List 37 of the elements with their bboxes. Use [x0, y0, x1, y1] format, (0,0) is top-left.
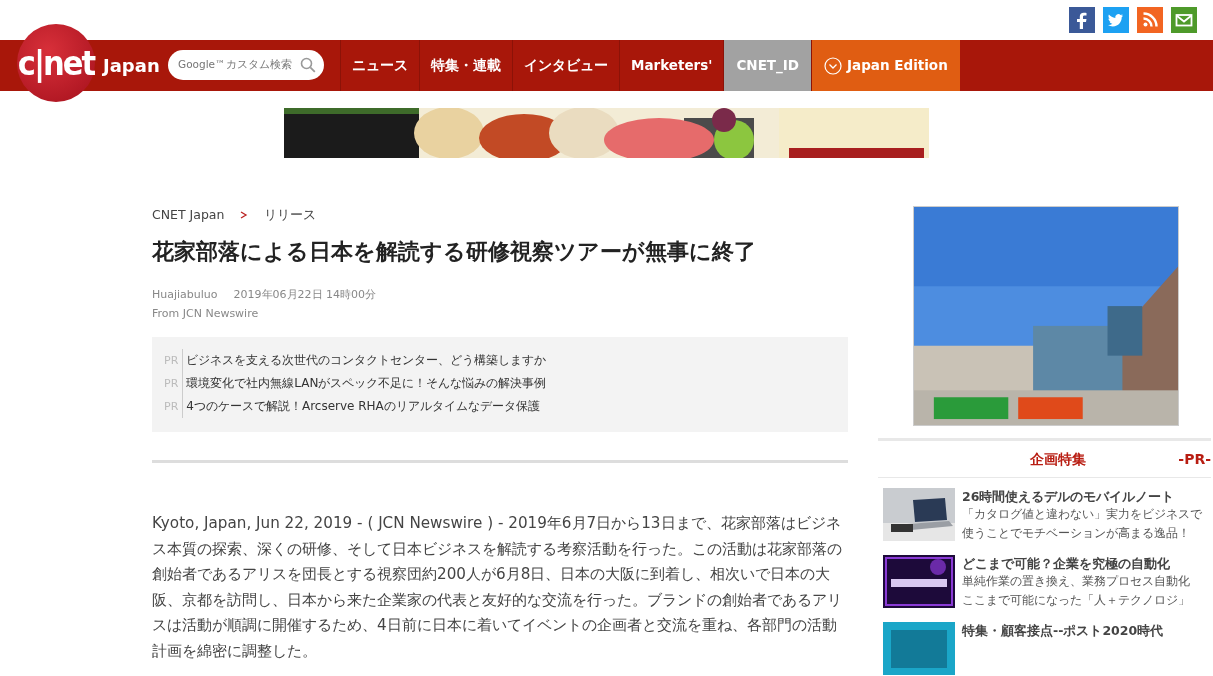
edition-label: Japan	[103, 54, 160, 78]
section-heading: 企画特集	[1029, 449, 1088, 469]
feature-link[interactable]: どこまで可能？企業を究極の自動化	[962, 555, 1190, 572]
pr-link[interactable]: 4つのケースで解説！Arcserve RHAのリアルタイムなデータ保護	[186, 395, 540, 419]
edition-menu[interactable]: Japan Edition	[811, 40, 960, 91]
source: From JCN Newswire	[152, 306, 260, 323]
feature-description: ここまで可能になった「人＋テクノロジ」	[962, 592, 1190, 609]
article-title: 花家部落による日本を解読する研修視察ツアーが無事に終了	[152, 238, 757, 266]
pr-link[interactable]: 環境変化で社内無線LANがスペック不足に！そんな悩みの解決事例	[186, 372, 547, 396]
feature-link[interactable]: 特集・顧客接点--ポスト2020時代	[962, 622, 1164, 639]
rss-icon[interactable]	[1137, 7, 1163, 33]
mail-icon[interactable]	[1171, 7, 1197, 33]
search-input[interactable]: Google™カスタム検索	[176, 56, 294, 74]
logo[interactable]: c|net	[17, 24, 95, 102]
feature-description: 「カタログ値と違わない」実力をビジネスで	[962, 506, 1202, 523]
facebook-icon[interactable]	[1069, 7, 1095, 33]
search-icon	[300, 57, 316, 73]
search-field[interactable]: Google™カスタム検索	[168, 50, 324, 80]
pr-tag: PR	[164, 349, 184, 373]
author: Huajiabuluo	[152, 287, 218, 304]
pr-tag: PR	[164, 395, 184, 419]
chevron-icon	[240, 211, 249, 220]
pr-tag: PR	[164, 372, 184, 396]
breadcrumb-link[interactable]: リリース	[264, 206, 317, 225]
pr-link[interactable]: ビジネスを支える次世代のコンタクトセンター、どう構築しますか	[186, 349, 547, 373]
chevron-down-icon	[824, 56, 843, 75]
nav-link[interactable]: 特集・連載	[419, 40, 512, 91]
feature-description: 使うことでモチベーションが高まる逸品！	[962, 525, 1191, 542]
nav-link[interactable]: インタビュー	[512, 40, 619, 91]
feature-description: 単純作業の置き換え、業務プロセス自動化	[962, 573, 1190, 590]
pr-label: -PR-	[1178, 449, 1211, 469]
feature-link[interactable]: 26時間使えるデルのモバイルノート	[962, 488, 1202, 505]
article-body: Kyoto, Japan, Jun 22, 2019 - ( JCN Newswire ) - 2019年6月7日から13日まで、花家部落はビジネス本質の探索、深くの研修、そして日本ビジネスを解読する考察活動を行った。この活動は花家部落の創始者であるアリスを団長とする視察団約200人が6月8日、日本の大阪に到着し、相次いで日本の大阪、京都を訪問し、日本から来た企業家の代表と友好的な交流を行った。ブランドの創始者であるアリスは活動が順調に開催するため、4日前に日本に着いてイベントの企画者と交流を重ね、各部門の活動計画を綿密に調整した。	[152, 513, 843, 662]
breadcrumb-link[interactable]: CNET Japan	[152, 206, 225, 225]
nav-link[interactable]: ニュース	[340, 40, 419, 91]
date: 2019年06月22日 14時00分	[233, 287, 377, 304]
twitter-icon[interactable]	[1103, 7, 1129, 33]
